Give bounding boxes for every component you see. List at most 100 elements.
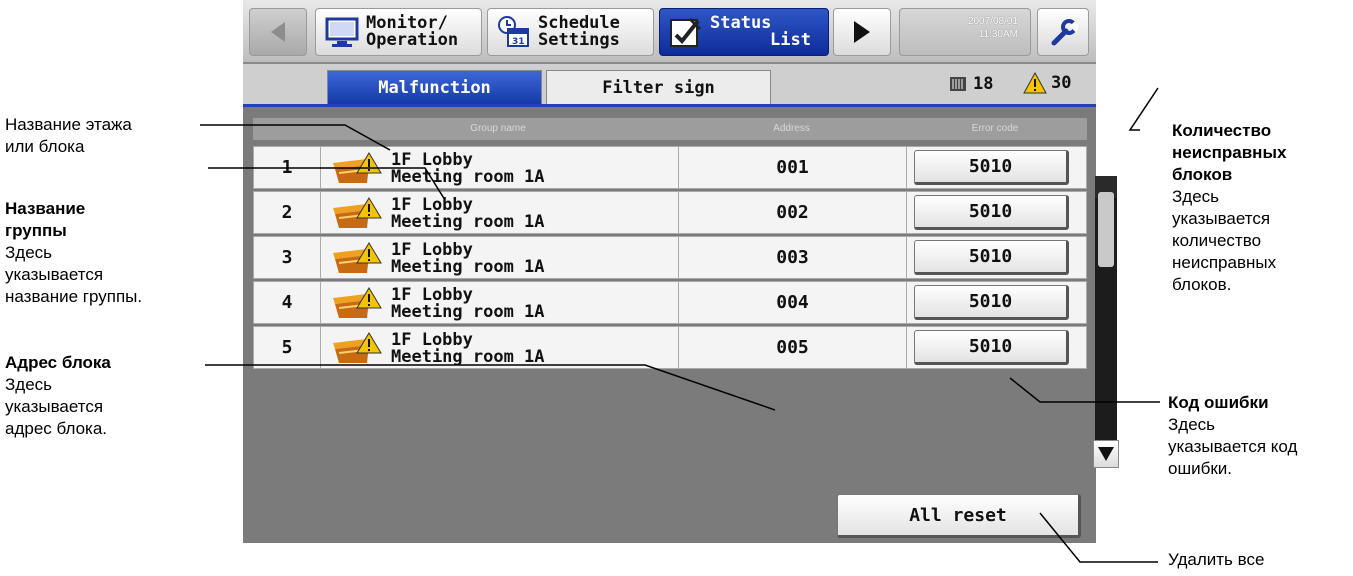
warning-icon bbox=[1023, 72, 1047, 94]
annotation-err-desc-line1: Здесь bbox=[1168, 415, 1215, 434]
fault-count: 30 bbox=[1023, 72, 1071, 94]
tab-malfunction[interactable]: Malfunction bbox=[327, 70, 542, 104]
annotation-count-desc-line3: количество bbox=[1172, 231, 1262, 250]
unit-icon bbox=[950, 77, 966, 91]
monitor-icon bbox=[325, 17, 359, 47]
unit-count: 18 bbox=[949, 74, 993, 94]
error-code-button[interactable]: 5010 bbox=[914, 195, 1069, 230]
nav-schedule-label-2: Settings bbox=[538, 30, 620, 50]
table-row[interactable]: 3 1F Lobby Meeting room 1A 003 5010 bbox=[253, 236, 1087, 279]
annotation-group-desc-line2: указывается bbox=[5, 265, 104, 284]
clock-display: 2007/08/01 11:30AM bbox=[899, 8, 1031, 56]
fault-count-value: 30 bbox=[1051, 73, 1072, 93]
error-code-button[interactable]: 5010 bbox=[914, 330, 1069, 365]
error-code-button[interactable]: 5010 bbox=[914, 150, 1069, 185]
nav-status-label-2: List bbox=[770, 30, 811, 50]
unit-count-value: 18 bbox=[973, 74, 994, 94]
group-cell: 1F Lobby Meeting room 1A bbox=[321, 192, 679, 233]
tab-bar: Malfunction Filter sign 18 30 bbox=[243, 64, 1096, 107]
nav-monitor-operation-button[interactable]: Monitor/ Operation bbox=[315, 8, 482, 56]
annotation-addr-desc-line3: адрес блока. bbox=[5, 419, 108, 438]
table-header: Group name Address Error code bbox=[253, 118, 1087, 140]
annotation-count-desc-line1: Здесь bbox=[1172, 187, 1219, 206]
time-text: 11:30AM bbox=[978, 29, 1018, 40]
unit-address: 004 bbox=[679, 282, 907, 323]
all-reset-button[interactable]: All reset bbox=[837, 494, 1081, 538]
left-arrow-icon bbox=[271, 22, 285, 42]
scroll-down-button[interactable] bbox=[1093, 440, 1119, 468]
indoor-unit-warning-icon bbox=[333, 152, 382, 183]
table-row[interactable]: 2 1F Lobby Meeting room 1A 002 5010 bbox=[253, 191, 1087, 234]
annotation-group-desc-line1: Здесь bbox=[5, 243, 52, 262]
unit-address: 001 bbox=[679, 147, 907, 188]
calendar-clock-icon: 31 bbox=[498, 16, 529, 47]
annotation-err-desc-line2: указывается код bbox=[1168, 437, 1298, 456]
annotation-floor-name-line2: или блока bbox=[5, 137, 85, 156]
annotation-group-title-line1: Название bbox=[5, 199, 86, 218]
unit-address: 005 bbox=[679, 327, 907, 368]
row-number: 2 bbox=[254, 192, 321, 233]
group-name: Meeting room 1A bbox=[391, 347, 545, 367]
controller-screen: Monitor/ Operation 31 Schedule Settings … bbox=[243, 0, 1119, 543]
group-cell: 1F Lobby Meeting room 1A bbox=[321, 237, 679, 278]
indoor-unit-warning-icon bbox=[333, 242, 382, 273]
annotation-fault-count: Количество неисправных блоков Здесь указ… bbox=[1172, 120, 1286, 296]
unit-address: 002 bbox=[679, 192, 907, 233]
annotation-count-desc-line4: неисправных bbox=[1172, 253, 1277, 272]
annotation-addr-title: Адрес блока bbox=[5, 353, 111, 372]
nav-status-list-button[interactable]: Status List bbox=[659, 8, 829, 56]
scrollbar-thumb[interactable] bbox=[1098, 192, 1114, 267]
right-arrow-icon bbox=[854, 21, 870, 43]
group-cell: 1F Lobby Meeting room 1A bbox=[321, 147, 679, 188]
annotation-group-desc-line3: название группы. bbox=[5, 287, 143, 306]
nav-next-button[interactable] bbox=[833, 8, 891, 56]
status-list-icon bbox=[670, 17, 702, 47]
indoor-unit-warning-icon bbox=[333, 287, 382, 318]
error-code-button[interactable]: 5010 bbox=[914, 285, 1069, 320]
top-navigation: Monitor/ Operation 31 Schedule Settings … bbox=[243, 0, 1096, 64]
maintenance-button[interactable] bbox=[1037, 8, 1089, 56]
annotation-group-name: Название группы Здесь указывается назван… bbox=[5, 198, 142, 308]
row-number: 1 bbox=[254, 147, 321, 188]
annotation-addr-desc-line1: Здесь bbox=[5, 375, 52, 394]
annotation-addr-desc-line2: указывается bbox=[5, 397, 104, 416]
row-number: 3 bbox=[254, 237, 321, 278]
tab-filter-sign[interactable]: Filter sign bbox=[546, 70, 771, 104]
annotation-count-desc-line2: указывается bbox=[1172, 209, 1271, 228]
annotation-err-desc-line3: ошибки. bbox=[1168, 459, 1232, 478]
indoor-unit-warning-icon bbox=[333, 197, 382, 228]
header-error-code: Error code bbox=[971, 123, 1019, 134]
header-address: Address bbox=[773, 123, 810, 134]
annotation-count-title-line2: неисправных bbox=[1172, 143, 1287, 162]
group-cell: 1F Lobby Meeting room 1A bbox=[321, 282, 679, 323]
date-text: 2007/08/01 bbox=[967, 16, 1018, 27]
annotation-delete-all: Удалить все bbox=[1168, 550, 1265, 569]
row-number: 4 bbox=[254, 282, 321, 323]
annotation-err-title: Код ошибки bbox=[1168, 393, 1269, 412]
annotation-unit-address: Адрес блока Здесь указывается адрес блок… bbox=[5, 352, 111, 440]
group-name: Meeting room 1A bbox=[391, 257, 545, 277]
annotation-error-code: Код ошибки Здесь указывается код ошибки. bbox=[1168, 392, 1297, 480]
unit-address: 003 bbox=[679, 237, 907, 278]
footer-bar: All reset bbox=[243, 470, 1096, 543]
group-name: Meeting room 1A bbox=[391, 302, 545, 322]
group-name: Meeting room 1A bbox=[391, 167, 545, 187]
down-arrow-icon bbox=[1098, 447, 1114, 461]
error-code-button[interactable]: 5010 bbox=[914, 240, 1069, 275]
annotation-floor-name: Название этажа или блока bbox=[5, 114, 132, 158]
group-cell: 1F Lobby Meeting room 1A bbox=[321, 327, 679, 368]
row-number: 5 bbox=[254, 327, 321, 368]
wrench-icon bbox=[1051, 19, 1078, 46]
annotation-group-title-line2: группы bbox=[5, 221, 67, 240]
nav-schedule-settings-button[interactable]: 31 Schedule Settings bbox=[487, 8, 654, 56]
table-row[interactable]: 1 1F Lobby Meeting room 1A 001 5010 bbox=[253, 146, 1087, 189]
table-row[interactable]: 4 1F Lobby Meeting room 1A 004 5010 bbox=[253, 281, 1087, 324]
annotation-count-title-line1: Количество bbox=[1172, 121, 1272, 140]
annotation-count-desc-line5: блоков. bbox=[1172, 275, 1232, 294]
header-group-name: Group name bbox=[470, 123, 526, 134]
group-name: Meeting room 1A bbox=[391, 212, 545, 232]
table-row[interactable]: 5 1F Lobby Meeting room 1A 005 5010 bbox=[253, 326, 1087, 369]
annotation-count-title-line3: блоков bbox=[1172, 165, 1233, 184]
nav-prev-button[interactable] bbox=[249, 8, 307, 56]
annotation-floor-name-line1: Название этажа bbox=[5, 115, 132, 134]
